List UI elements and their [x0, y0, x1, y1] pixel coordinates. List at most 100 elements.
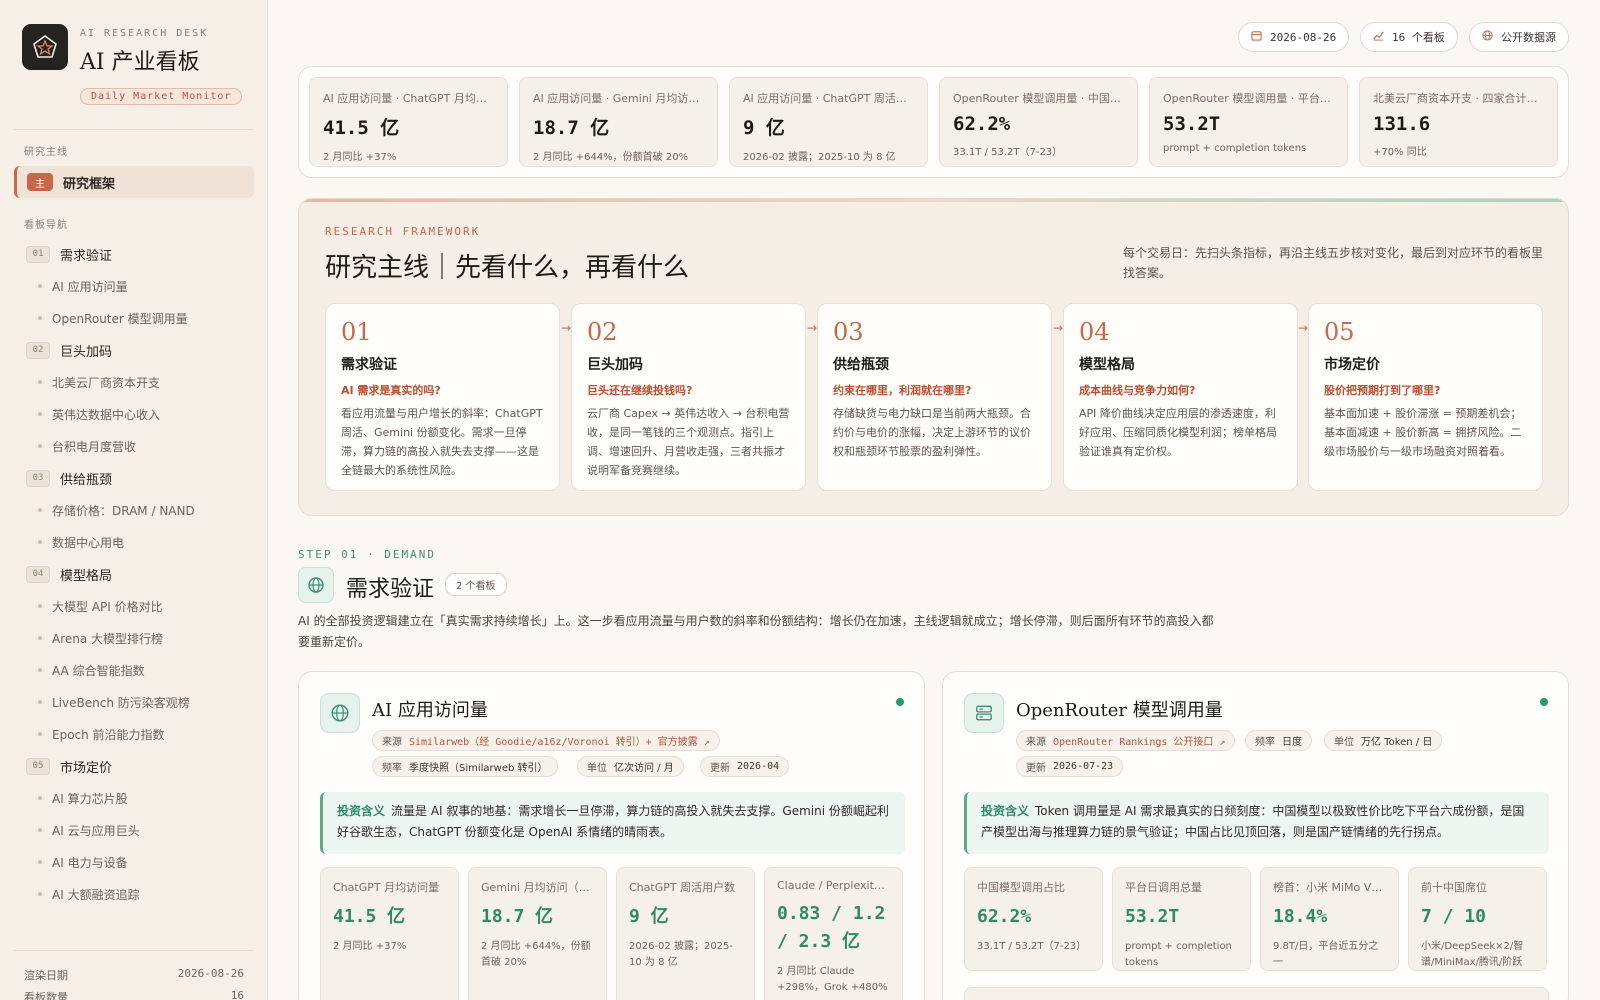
sidebar-item-label: 研究框架	[63, 176, 116, 192]
step-desc: 云厂商 Capex → 英伟达收入 → 台积电营收，是同一笔钱的三个观测点。指引…	[587, 407, 790, 477]
live-status-dot	[1540, 698, 1548, 706]
nav-item-label: AI 算力芯片股	[52, 791, 128, 806]
step-card[interactable]: 02 巨头加码 巨头还在继续投钱吗? 云厂商 Capex → 英伟达收入 → 台积电营…	[571, 303, 806, 491]
brand-kicker: AI RESEARCH DESK	[80, 28, 209, 39]
nav-item-cloud-giants[interactable]: AI 云与应用巨头	[0, 814, 267, 846]
step-card[interactable]: 04 模型格局 成本曲线与竞争力如何? API 降价曲线决定应用层的渗透速度，利好应用…	[1063, 303, 1298, 491]
chip-value: 日度	[1282, 737, 1302, 748]
step-title: 巨头加码	[587, 357, 643, 373]
kpi-card[interactable]: OpenRouter 模型调用量 · 平台日调用总量 53.2T prompt + …	[1149, 77, 1348, 167]
kpi-value: 9 亿	[743, 117, 785, 139]
kpi-sub: prompt + completion tokens	[1163, 143, 1307, 154]
group-label: 巨头加码	[60, 344, 113, 360]
section-label-nav: 看板导航	[24, 220, 68, 231]
source-chip[interactable]: 来源 Similarweb（经 Goodie/a16z/Voronoi 转引）+ …	[372, 730, 720, 751]
investment-implication: 投资含义 Token 调用量是 AI 需求最真实的日频刻度：中国模型以极致性价比吃…	[964, 792, 1549, 854]
source-link[interactable]: Similarweb（经 Goodie/a16z/Voronoi 转引）+ 官方…	[409, 733, 710, 748]
nav-item-label: 存储价格：DRAM / NAND	[52, 503, 195, 518]
nav-item-nvidia-dc[interactable]: 英伟达数据中心收入	[0, 398, 267, 430]
nav-item-arena[interactable]: Arena 大模型排行榜	[0, 622, 267, 654]
nav-group-models[interactable]: 04 模型格局	[0, 558, 267, 590]
group-label: 模型格局	[60, 568, 113, 584]
nav-item-memory-price[interactable]: 存储价格：DRAM / NAND	[0, 494, 267, 526]
boards-pill[interactable]: 16 个看板	[1360, 22, 1458, 52]
source-chip[interactable]: 来源 OpenRouter Rankings 公开接口 ↗	[1016, 730, 1236, 751]
sidebar: AI RESEARCH DESK AI 产业看板 Daily Market Mo…	[0, 0, 268, 1000]
bullet-icon	[38, 604, 42, 608]
metric-card[interactable]: 前十中国席位 7 / 10 小米/DeepSeek×2/智谱/MiniMax/腾讯/…	[1408, 867, 1547, 971]
source-pill[interactable]: 公开数据源	[1469, 22, 1569, 52]
nav-item-api-price[interactable]: 大模型 API 价格对比	[0, 590, 267, 622]
sidebar-item-framework[interactable]: 主 研究框架	[14, 166, 254, 198]
nav-item-power-equipment[interactable]: AI 电力与设备	[0, 846, 267, 878]
nav-group-market[interactable]: 05 市场定价	[0, 750, 267, 782]
chip-key: 单位	[1334, 737, 1354, 748]
metric-card[interactable]: ChatGPT 周活用户数 9 亿 2026-02 披露；2025-10 为 8 亿	[616, 867, 755, 1000]
board-card-openrouter: OpenRouter 模型调用量 来源 OpenRouter Rankings 公…	[942, 671, 1569, 1000]
metric-card[interactable]: Gemini 月均访问（2月） 18.7 亿 2 月同比 +644%，份额首破 20…	[468, 867, 607, 1000]
bullet-icon	[38, 540, 42, 544]
step-card[interactable]: 03 供给瓶颈 约束在哪里，利润就在哪里? 存储缺货与电力缺口是当前两大瓶颈。合约价与…	[817, 303, 1052, 491]
kpi-card[interactable]: AI 应用访问量 · Gemini 月均访问量 18.7 亿 2 月同比 +644%…	[519, 77, 718, 167]
metric-sub: 小米/DeepSeek×2/智谱/MiniMax/腾讯/阶跃	[1421, 941, 1524, 968]
nav-item-label: AI 云与应用巨头	[52, 823, 140, 838]
bullet-icon	[38, 316, 42, 320]
card-title: AI 应用访问量	[372, 700, 488, 721]
nav-item-openrouter[interactable]: OpenRouter 模型调用量	[0, 302, 267, 334]
source-link[interactable]: OpenRouter Rankings 公开接口 ↗	[1053, 733, 1225, 748]
chip-key: 单位	[587, 763, 607, 774]
card-title: OpenRouter 模型调用量	[1016, 700, 1223, 721]
nav-item-cloud-capex[interactable]: 北美云厂商资本开支	[0, 366, 267, 398]
implication-text: 流量是 AI 叙事的地基：需求增长一旦停滞，算力链的高投入就失去支撑。Gemin…	[337, 804, 889, 839]
nav-item-livebench[interactable]: LiveBench 防污染客观榜	[0, 686, 267, 718]
arrow-right-icon: →	[807, 321, 818, 335]
metric-sub: 2 月同比 +644%，份额首破 20%	[481, 941, 591, 968]
nav-item-dc-power[interactable]: 数据中心用电	[0, 526, 267, 558]
metric-card[interactable]: 榜首：小米 MiMo V2 Flash 18.4% 9.8T/日，平台近五分之一	[1260, 867, 1399, 971]
nav-group-supply[interactable]: 03 供给瓶颈	[0, 462, 267, 494]
group-num: 03	[26, 469, 50, 487]
metric-title: ChatGPT 周活用户数	[629, 881, 736, 894]
metric-card[interactable]: 中国模型调用占比 62.2% 33.1T / 53.2T（7-23）	[964, 867, 1103, 971]
nav-item-chip-stocks[interactable]: AI 算力芯片股	[0, 782, 267, 814]
section-label-main: 研究主线	[24, 147, 68, 158]
investment-implication: 投资含义 流量是 AI 叙事的地基：需求增长一旦停滞，算力链的高投入就失去支撑。G…	[320, 792, 905, 854]
group-num: 01	[26, 245, 50, 263]
metric-title: ChatGPT 月均访问量	[333, 881, 440, 894]
bullet-icon	[38, 412, 42, 416]
metric-card[interactable]: 平台日调用总量 53.2T prompt + completion tokens	[1112, 867, 1251, 971]
board-card-app-traffic: AI 应用访问量 来源 Similarweb（经 Goodie/a16z/Voro…	[298, 671, 925, 1000]
nav-item-aa-index[interactable]: AA 综合智能指数	[0, 654, 267, 686]
calendar-icon	[1251, 30, 1262, 44]
kpi-card[interactable]: 北美云厂商资本开支 · 四家合计季度 131.6 +70% 同比	[1359, 77, 1558, 167]
nav-item-funding[interactable]: AI 大额融资追踪	[0, 878, 267, 910]
step-card[interactable]: 01 需求验证 AI 需求是真实的吗? 看应用流量与用户增长的斜率：ChatGPT 周…	[325, 303, 560, 491]
kpi-card[interactable]: OpenRouter 模型调用量 · 中国模型调用占比 62.2% 33.1T / …	[939, 77, 1138, 167]
kpi-title: OpenRouter 模型调用量 · 平台日调用总量	[1163, 92, 1334, 105]
metric-sub: 2026-02 披露；2025-10 为 8 亿	[629, 941, 734, 968]
metric-card[interactable]: ChatGPT 月均访问量 41.5 亿 2 月同比 +37%	[320, 867, 459, 1000]
bullet-icon	[38, 828, 42, 832]
kpi-card[interactable]: AI 应用访问量 · ChatGPT 月均访问量 41.5 亿 2 月同比 +37%	[309, 77, 508, 167]
bullet-icon	[38, 508, 42, 512]
kpi-value: 62.2%	[953, 113, 1011, 135]
chip-key: 更新	[710, 763, 730, 774]
framework-note: 每个交易日：先扫头条指标，再沿主线五步核对变化，最后到对应环节的看板里找答案。	[1123, 246, 1544, 280]
logo-icon[interactable]	[22, 24, 68, 70]
chip-key: 更新	[1026, 763, 1046, 774]
nav-item-tsmc[interactable]: 台积电月度营收	[0, 430, 267, 462]
step-card[interactable]: 05 市场定价 股价把预期打到了哪里? 基本面加速 + 股价滞涨 = 预期差机会；基本…	[1308, 303, 1543, 491]
freq-chip: 频率 季度快照（Similarweb 转引）	[372, 756, 558, 777]
nav-item-epoch[interactable]: Epoch 前沿能力指数	[0, 718, 267, 750]
chip-value: 2026-04	[737, 761, 780, 772]
nav-item-app-traffic[interactable]: AI 应用访问量	[0, 270, 267, 302]
metric-card[interactable]: Claude / Perplexity / Grok 0.83 / 1.2 / 2…	[764, 867, 903, 1000]
board-count-label: 看板数量	[24, 991, 68, 1000]
kpi-card[interactable]: AI 应用访问量 · ChatGPT 周活用户 9 亿 2026-02 披露；202…	[729, 77, 928, 167]
nav-group-demand[interactable]: 01 需求验证	[0, 238, 267, 270]
metric-value: 18.4%	[1273, 906, 1328, 927]
framework-kicker: RESEARCH FRAMEWORK	[325, 225, 481, 238]
nav-group-capex[interactable]: 02 巨头加码	[0, 334, 267, 366]
step-question: 巨头还在继续投钱吗?	[587, 384, 693, 397]
date-pill[interactable]: 2026-08-26	[1238, 22, 1350, 52]
